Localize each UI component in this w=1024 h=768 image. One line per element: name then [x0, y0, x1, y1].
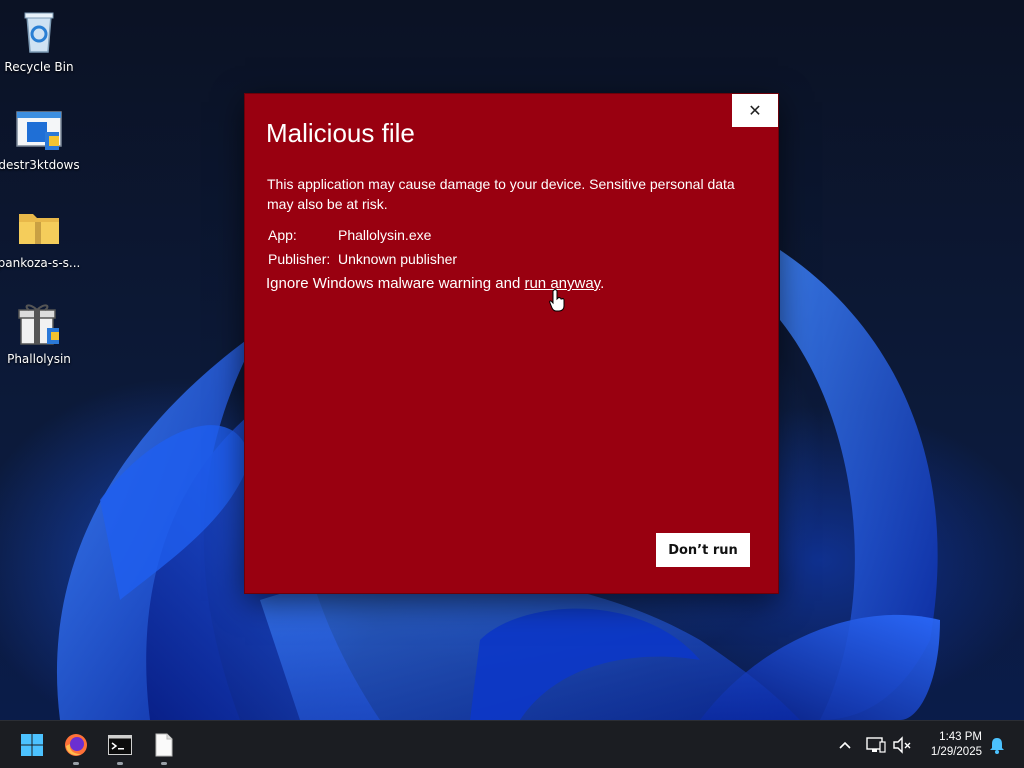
network-icon	[866, 737, 886, 753]
running-indicator	[117, 762, 123, 765]
hand-cursor-icon	[549, 289, 565, 312]
desktop-icon-label: pankoza-s-s...	[0, 256, 81, 270]
installer-icon	[15, 106, 63, 154]
clock-time: 1:43 PM	[939, 731, 982, 743]
terminal-icon	[108, 735, 132, 755]
taskbar-file[interactable]	[148, 729, 180, 765]
desktop-icon-recycle-bin[interactable]: Recycle Bin	[0, 8, 78, 74]
dialog-message: This application may cause damage to you…	[267, 176, 735, 212]
start-button[interactable]	[16, 729, 48, 761]
desktop-icon-pankoza[interactable]: pankoza-s-s...	[0, 204, 81, 270]
volume-button[interactable]	[890, 721, 914, 768]
desktop-icon-label: Recycle Bin	[4, 60, 74, 74]
zip-folder-icon	[15, 204, 63, 252]
firefox-icon	[65, 734, 87, 756]
clock[interactable]: 1:43 PM 1/29/2025	[931, 730, 982, 760]
dialog-title: Malicious file	[266, 118, 415, 148]
network-button[interactable]	[864, 721, 888, 768]
desktop-icon-label: Phallolysin	[7, 352, 71, 366]
notifications-button[interactable]	[984, 721, 1010, 768]
gift-installer-icon	[15, 300, 63, 348]
clock-date: 1/29/2025	[930, 746, 982, 758]
ignore-text: Ignore Windows malware warning and	[266, 275, 525, 292]
desktop: Recycle Bin destr3ktdows pankoza-s-s...	[0, 0, 1024, 768]
recycle-bin-icon	[15, 8, 63, 56]
volume-muted-icon	[893, 736, 911, 754]
show-hidden-icons-button[interactable]	[834, 721, 856, 768]
app-row: App: Phallolysin.exe	[268, 227, 431, 243]
chevron-up-icon	[839, 741, 851, 749]
taskbar-firefox[interactable]	[60, 729, 92, 765]
file-icon	[155, 733, 173, 757]
running-indicator	[73, 762, 79, 765]
app-value: Phallolysin.exe	[338, 227, 432, 243]
close-button[interactable]: ✕	[732, 94, 778, 127]
running-indicator	[161, 762, 167, 765]
desktop-icon-label: destr3ktdows	[0, 158, 80, 172]
notification-bell-icon	[990, 738, 1004, 754]
taskbar: 1:43 PM 1/29/2025	[0, 720, 1024, 768]
close-icon: ✕	[748, 101, 762, 120]
desktop-icon-phallolysin[interactable]: Phallolysin	[0, 300, 78, 366]
publisher-value: Unknown publisher	[338, 251, 458, 267]
publisher-label: Publisher:	[268, 251, 331, 267]
ignore-period: .	[600, 275, 605, 292]
malicious-file-dialog: ✕ Malicious file This application may ca…	[245, 94, 778, 593]
windows-start-icon	[21, 734, 43, 756]
taskbar-terminal[interactable]	[104, 729, 136, 765]
dont-run-button[interactable]: Don’t run	[656, 533, 750, 567]
publisher-row: Publisher: Unknown publisher	[268, 251, 457, 267]
desktop-icon-destr3ktdows[interactable]: destr3ktdows	[0, 106, 80, 172]
app-label: App:	[268, 227, 297, 243]
